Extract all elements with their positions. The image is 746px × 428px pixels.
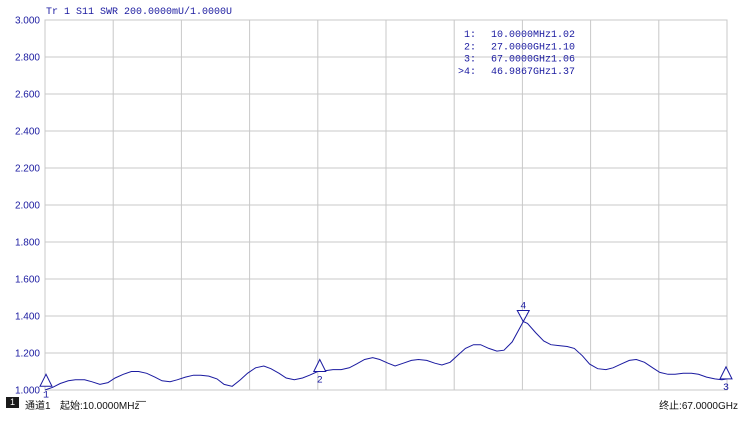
trace-header: Tr 1 S11 SWR 200.0000mU/1.0000U (46, 6, 232, 18)
marker-triangle (39, 373, 53, 387)
start-frequency-dash: — (136, 396, 146, 407)
marker-readout-row: 2: 27.0000GHz 1.10 (464, 42, 575, 53)
channel-number-badge[interactable]: 1 (6, 397, 19, 408)
stop-frequency-label[interactable]: 终止:67.0000GHz (659, 397, 738, 412)
y-tick-label: 1.800 (15, 238, 40, 249)
marker-readout-value: 1.37 (551, 67, 575, 78)
swr-chart: Tr 1 S11 SWR 200.0000mU/1.0000U 3.000 2.8… (15, 6, 733, 401)
marker-readout-value: 1.10 (551, 42, 575, 53)
y-tick-label: 2.600 (15, 90, 40, 101)
status-bar: 1 通道1 起始:10.0000MHz — 终止:67.0000GHz (0, 395, 746, 412)
start-frequency-label[interactable]: 起始:10.0000MHz (60, 397, 139, 412)
y-tick-label: 2.000 (15, 201, 40, 212)
marker-readout-frequency: 27.0000GHz (491, 42, 551, 53)
y-tick-label: 2.200 (15, 164, 40, 175)
marker-readout-table: 1: 10.0000MHz 1.02 2: 27.0000GHz 1.10 3: 67.000… (458, 30, 575, 78)
y-tick-label: 3.000 (15, 16, 40, 27)
marker-readout-label: 3: (464, 55, 476, 66)
chart-grid (44, 19, 728, 391)
y-tick-labels: 3.000 2.800 2.600 2.400 2.200 2.000 1.800 1.600… (15, 16, 40, 397)
marker-readout-frequency: 46.9867GHz (491, 67, 551, 78)
marker-id-label: 4 (520, 302, 526, 313)
marker-id-label: 3 (723, 383, 729, 394)
marker-readout-label: 1: (464, 30, 476, 41)
y-tick-label: 1.400 (15, 312, 40, 323)
marker-triangle (719, 365, 733, 380)
marker-readout-value: 1.02 (551, 30, 575, 41)
y-tick-label: 2.800 (15, 53, 40, 64)
channel-label[interactable]: 通道1 (25, 397, 51, 412)
y-tick-label: 1.600 (15, 275, 40, 286)
marker-readout-label: 2: (464, 42, 476, 53)
y-tick-label: 1.200 (15, 349, 40, 360)
marker-readout-value: 1.06 (551, 55, 575, 66)
y-tick-label: 2.400 (15, 127, 40, 138)
marker-readout-frequency: 10.0000MHz (491, 30, 551, 41)
marker-readout-row: 3: 67.0000GHz 1.06 (464, 55, 575, 66)
marker-triangle (312, 358, 327, 372)
marker-readout-frequency: 67.0000GHz (491, 55, 551, 66)
marker-readout-label: >4: (458, 67, 476, 78)
marker-4: 4 (516, 302, 531, 323)
marker-readout-row: >4: 46.9867GHz 1.37 (458, 67, 575, 78)
marker-id-label: 2 (317, 376, 323, 387)
marker-readout-row: 1: 10.0000MHz 1.02 (464, 30, 575, 41)
